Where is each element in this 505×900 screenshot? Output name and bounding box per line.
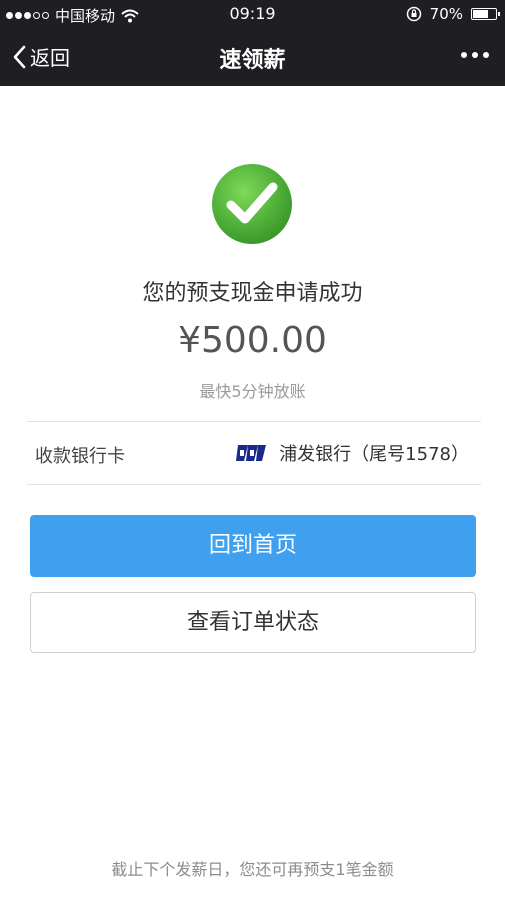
back-to-home-button[interactable]: 回到首页 (30, 515, 476, 577)
status-right: 70% (406, 5, 500, 23)
remaining-advance-note: 截止下个发薪日，您还可再预支1笔金额 (111, 860, 394, 879)
more-dot-icon (461, 52, 467, 58)
header: 中国移动 09:19 70% 返回 速领薪 (0, 0, 505, 86)
payout-time-hint: 最快5分钟放账 (199, 382, 306, 401)
battery-percent: 70% (429, 5, 463, 23)
more-dot-icon (472, 52, 478, 58)
status-bar: 中国移动 09:19 70% (0, 0, 505, 28)
success-message: 您的预支现金申请成功 (142, 281, 363, 306)
view-order-status-button[interactable]: 查看订单状态 (30, 592, 476, 653)
advance-amount: ¥500.00 (178, 320, 327, 361)
success-check-icon (212, 164, 292, 244)
bank-card-label: 收款银行卡 (35, 446, 125, 467)
divider (27, 484, 481, 485)
page-title: 速领薪 (219, 48, 286, 73)
orientation-lock-icon (406, 6, 421, 22)
more-dot-icon (483, 52, 489, 58)
receiving-bank-row: 收款银行卡 浦发银行（尾号1578） (27, 422, 481, 484)
nav-bar: 返回 速领薪 (0, 28, 505, 86)
spdb-bank-logo-icon (236, 445, 267, 461)
more-options-button[interactable] (461, 52, 489, 58)
battery-fill (473, 10, 488, 18)
bank-card-name: 浦发银行（尾号1578） (279, 444, 469, 465)
battery-icon (471, 8, 500, 20)
bank-card-value: 浦发银行（尾号1578） (235, 440, 469, 466)
